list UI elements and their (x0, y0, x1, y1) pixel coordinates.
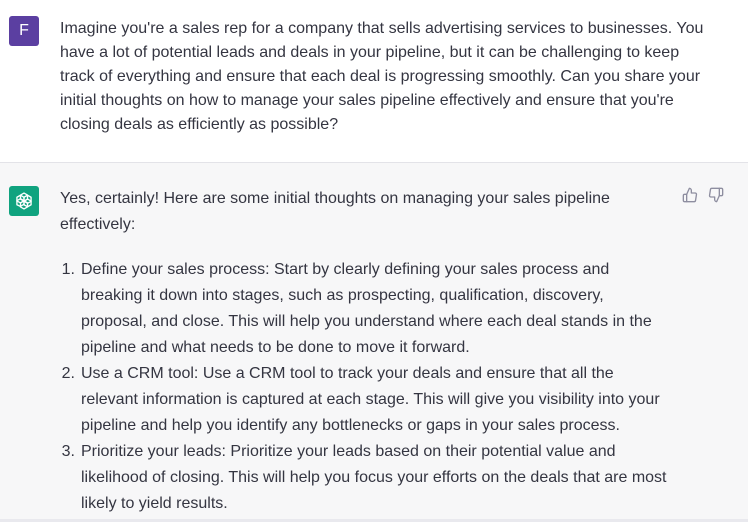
list-item-number: 3. (61, 443, 75, 460)
list-item: 1. Define your sales process: Start by c… (60, 257, 670, 361)
openai-logo-icon (16, 192, 32, 210)
assistant-message: Yes, certainly! Here are some initial th… (0, 163, 748, 522)
list-item-text: Use a CRM tool: Use a CRM tool to track … (81, 365, 660, 434)
assistant-intro: Yes, certainly! Here are some initial th… (60, 190, 610, 233)
user-message-text: Imagine you're a sales rep for a company… (60, 20, 704, 133)
list-item-text: Prioritize your leads: Prioritize your l… (81, 443, 667, 512)
feedback-buttons (682, 187, 724, 203)
user-avatar: F (9, 16, 39, 46)
assistant-avatar (9, 186, 39, 216)
user-message: F Imagine you're a sales rep for a compa… (0, 0, 748, 163)
list-item: 2. Use a CRM tool: Use a CRM tool to tra… (60, 361, 670, 439)
list-item-number: 2. (61, 365, 75, 382)
assistant-message-text: Yes, certainly! Here are some initial th… (60, 186, 670, 517)
assistant-point-list: 1. Define your sales process: Start by c… (60, 257, 670, 517)
thumbs-down-icon[interactable] (708, 187, 724, 203)
list-item: 3. Prioritize your leads: Prioritize you… (60, 439, 670, 517)
list-item-number: 1. (61, 261, 75, 278)
thumbs-up-icon[interactable] (682, 187, 698, 203)
list-item-text: Define your sales process: Start by clea… (81, 261, 652, 356)
